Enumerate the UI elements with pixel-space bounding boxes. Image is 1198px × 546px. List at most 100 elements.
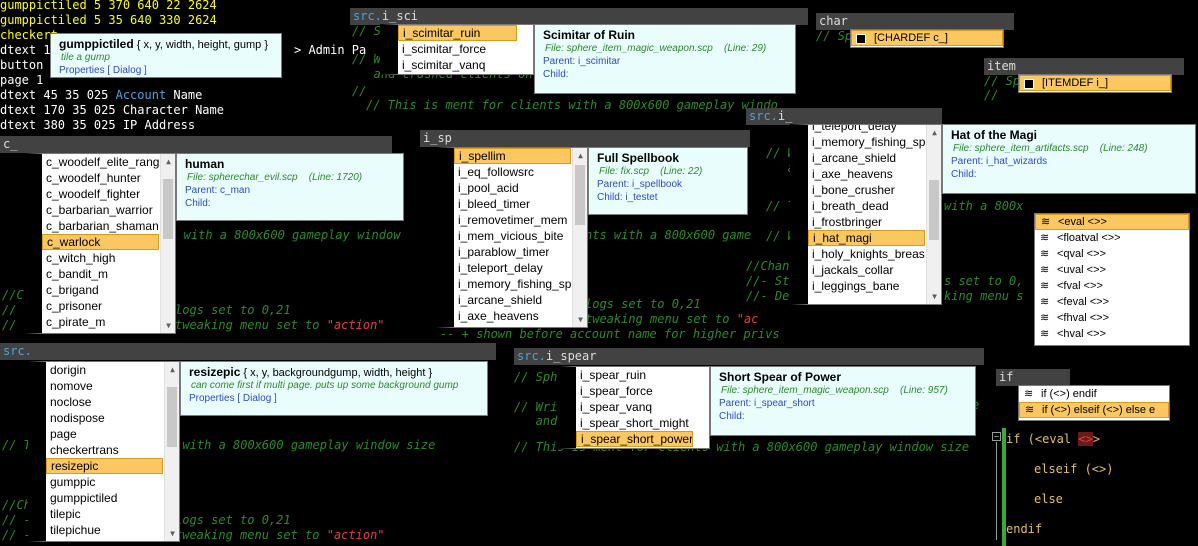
list-item[interactable]: {}i_bleed_timer — [454, 196, 571, 212]
if-snippet-list[interactable]: ≋ if (<>) endif ≋ if (<>) elseif (<>) else … — [1018, 385, 1170, 421]
list-item[interactable]: ≋ <uval <>> — [1035, 262, 1189, 278]
scroll-down-icon[interactable]: ▼ — [165, 526, 179, 541]
list-item[interactable]: {}i_scimitar_vanq — [398, 57, 517, 73]
eval-cursor[interactable]: <> — [1078, 432, 1093, 446]
list-item[interactable]: {}c_pirate_m — [42, 314, 159, 330]
list-item[interactable]: ≋ <eval <>> — [1035, 214, 1189, 230]
fold-marker[interactable]: − — [992, 432, 1001, 441]
list-item[interactable]: {}i_axe_heavens — [808, 166, 925, 182]
eval-suggestion-list[interactable]: ≋ <eval <>> ≋ <floatval <>> ≋ <qval <>> ≋ <uval… — [1034, 213, 1190, 346]
list-item[interactable]: {}i_hat_magi — [808, 230, 925, 246]
editor-tab-i_spear[interactable]: src.i_spear — [514, 348, 984, 365]
editor-tab-src[interactable]: src. — [0, 343, 496, 360]
list-item[interactable]: {}c_barbarian_shaman — [42, 218, 159, 234]
list-item[interactable]: {}i_arcane_shield — [808, 150, 925, 166]
list-item[interactable]: {}i_memory_fishing_sp — [454, 276, 571, 292]
editor-tab-item[interactable]: item — [984, 58, 1184, 75]
scroll-up-icon[interactable]: ▲ — [927, 125, 941, 140]
list-item[interactable]: {}c_witch_high — [42, 250, 159, 266]
list-item[interactable]: {}c_woodelf_hunter — [42, 170, 159, 186]
list-item[interactable]: {}checkertrans — [46, 442, 163, 458]
scroll-down-icon[interactable]: ▼ — [161, 318, 175, 333]
editor-tab-i_sp[interactable]: i_sp — [420, 130, 750, 147]
list-item[interactable]: {}i_spear_short_might — [576, 415, 693, 431]
scroll-up-icon[interactable]: ▲ — [161, 154, 175, 169]
list-item[interactable]: {}page — [46, 426, 163, 442]
list-item[interactable]: {}i_spear_short_power — [576, 431, 693, 447]
scroll-down-icon[interactable]: ▼ — [573, 312, 587, 327]
list-item[interactable]: {}i_spear_force — [576, 383, 693, 399]
list-item[interactable]: {}c_barbarian_warrior — [42, 202, 159, 218]
scrollbar[interactable]: ▲ ▼ — [164, 362, 179, 541]
list-item[interactable]: {}tilepichue — [46, 522, 163, 538]
scroll-up-icon[interactable]: ▲ — [573, 148, 587, 163]
tooltip-child[interactable]: Child: i_testet — [597, 192, 739, 203]
tooltip-parent[interactable]: Parent: c_man — [185, 185, 395, 196]
scrollbar[interactable]: ▲ ▼ — [572, 148, 587, 327]
editor-tab-c_[interactable]: c_ — [0, 136, 392, 153]
list-item[interactable]: {}i_mem_vicious_bite — [454, 228, 571, 244]
list-item[interactable]: {}i_bone_crusher — [808, 182, 925, 198]
list-item[interactable]: {}i_memory_fishing_sp — [808, 134, 925, 150]
itemdef-suggestion-list[interactable]: [ITEMDEF i_] — [1018, 74, 1172, 93]
scimitar-autocomplete-list[interactable]: {}i_scimitar_ruin{}i_scimitar_force{}i_s… — [380, 24, 534, 75]
scroll-thumb[interactable] — [163, 179, 173, 239]
spear-autocomplete-list[interactable]: {}i_spear_ruin{}i_spear_force{}i_spear_v… — [558, 366, 710, 449]
editor-tab-i_sci[interactable]: src.i_sci — [350, 8, 808, 25]
list-item[interactable]: {}resizepic — [46, 458, 163, 474]
list-item[interactable]: {}i_teleport_delay — [454, 260, 571, 276]
scroll-thumb[interactable] — [167, 387, 177, 447]
scroll-thumb[interactable] — [929, 180, 939, 240]
character-autocomplete-list[interactable]: {}c_woodelf_elite_rang{}c_woodelf_hunter… — [24, 153, 176, 334]
list-item[interactable]: ≋ <floatval <>> — [1035, 230, 1189, 246]
list-item[interactable]: {}c_prisoner — [42, 298, 159, 314]
list-item[interactable]: {}i_scimitar_ruin — [398, 25, 517, 41]
editor-tab-if[interactable]: if — [996, 369, 1070, 386]
list-item[interactable]: ≋ <fval <>> — [1035, 278, 1189, 294]
list-item[interactable]: {}i_arcane_shield — [454, 292, 571, 308]
tooltip-parent[interactable]: Parent: i_hat_wizards — [951, 156, 1187, 167]
list-item[interactable]: {}c_woodelf_fighter — [42, 186, 159, 202]
scroll-down-icon[interactable]: ▼ — [927, 289, 941, 304]
list-item[interactable]: ≋ if (<>) endif — [1019, 386, 1169, 402]
list-item[interactable]: [ITEMDEF i_] — [1019, 75, 1171, 91]
list-item[interactable]: {}gumppictiled — [46, 490, 163, 506]
chardef-suggestion-list[interactable]: [CHARDEF c_] — [850, 29, 1004, 48]
list-item[interactable]: {}i_frostbringer — [808, 214, 925, 230]
tooltip-links[interactable]: Properties [ Dialog ] — [189, 393, 479, 404]
list-item[interactable]: {}i_eq_followsrc — [454, 164, 571, 180]
list-item[interactable]: {}nomove — [46, 378, 163, 394]
tooltip-parent[interactable]: Parent: i_spellbook — [597, 179, 739, 190]
list-item[interactable]: ≋ <feval <>> — [1035, 294, 1189, 310]
list-item[interactable]: {}noclose — [46, 394, 163, 410]
list-item[interactable]: {}i_holy_knights_breas — [808, 246, 925, 262]
if-code-block[interactable]: − if (<eval <>> elseif (<>) else endif — [992, 428, 1198, 546]
list-item[interactable]: {}i_axe_heavens — [454, 308, 571, 324]
list-item[interactable]: {}c_woodelf_elite_rang — [42, 154, 159, 170]
spell-autocomplete-list[interactable]: {}i_spellim{}i_eq_followsrc{}i_pool_acid… — [436, 147, 588, 328]
list-item[interactable]: {}gumppic — [46, 474, 163, 490]
list-item[interactable]: {}i_removetimer_mem — [454, 212, 571, 228]
list-item[interactable]: {}i_leggings_bane — [808, 278, 925, 294]
editor-tab-char[interactable]: char — [816, 13, 1014, 30]
list-item[interactable]: {}tilepic — [46, 506, 163, 522]
list-item[interactable]: {}i_spear_vanq — [576, 399, 693, 415]
list-item[interactable]: {}c_bandit_m — [42, 266, 159, 282]
list-item[interactable]: ≋ <fhval <>> — [1035, 310, 1189, 326]
list-item[interactable]: ≋ if (<>) elseif (<>) else e — [1019, 402, 1169, 418]
list-item[interactable]: [CHARDEF c_] — [851, 30, 1003, 46]
tooltip-links[interactable]: Properties [ Dialog ] — [59, 65, 273, 76]
scrollbar[interactable]: ▲ ▼ — [160, 154, 175, 333]
list-item[interactable]: {}i_teleport_delay — [808, 125, 925, 134]
tooltip-parent[interactable]: Parent: i_spear_short — [719, 398, 967, 409]
list-item[interactable]: {}nodispose — [46, 410, 163, 426]
list-item[interactable]: {}i_spellim — [454, 148, 571, 164]
list-item[interactable]: {}i_parablow_timer — [454, 244, 571, 260]
tooltip-parent[interactable]: Parent: i_scimitar — [543, 56, 787, 67]
gump-command-autocomplete-list[interactable]: {}dorigin{}nomove{}noclose{}nodispose{}p… — [28, 361, 180, 542]
list-item[interactable]: {}i_jackals_collar — [808, 262, 925, 278]
editor-tab-src_i[interactable]: src.i_ — [746, 108, 942, 125]
list-item[interactable]: {}dorigin — [46, 362, 163, 378]
scrollbar[interactable]: ▲ ▼ — [926, 125, 941, 304]
list-item[interactable]: ≋ <hval <>> — [1035, 326, 1189, 342]
